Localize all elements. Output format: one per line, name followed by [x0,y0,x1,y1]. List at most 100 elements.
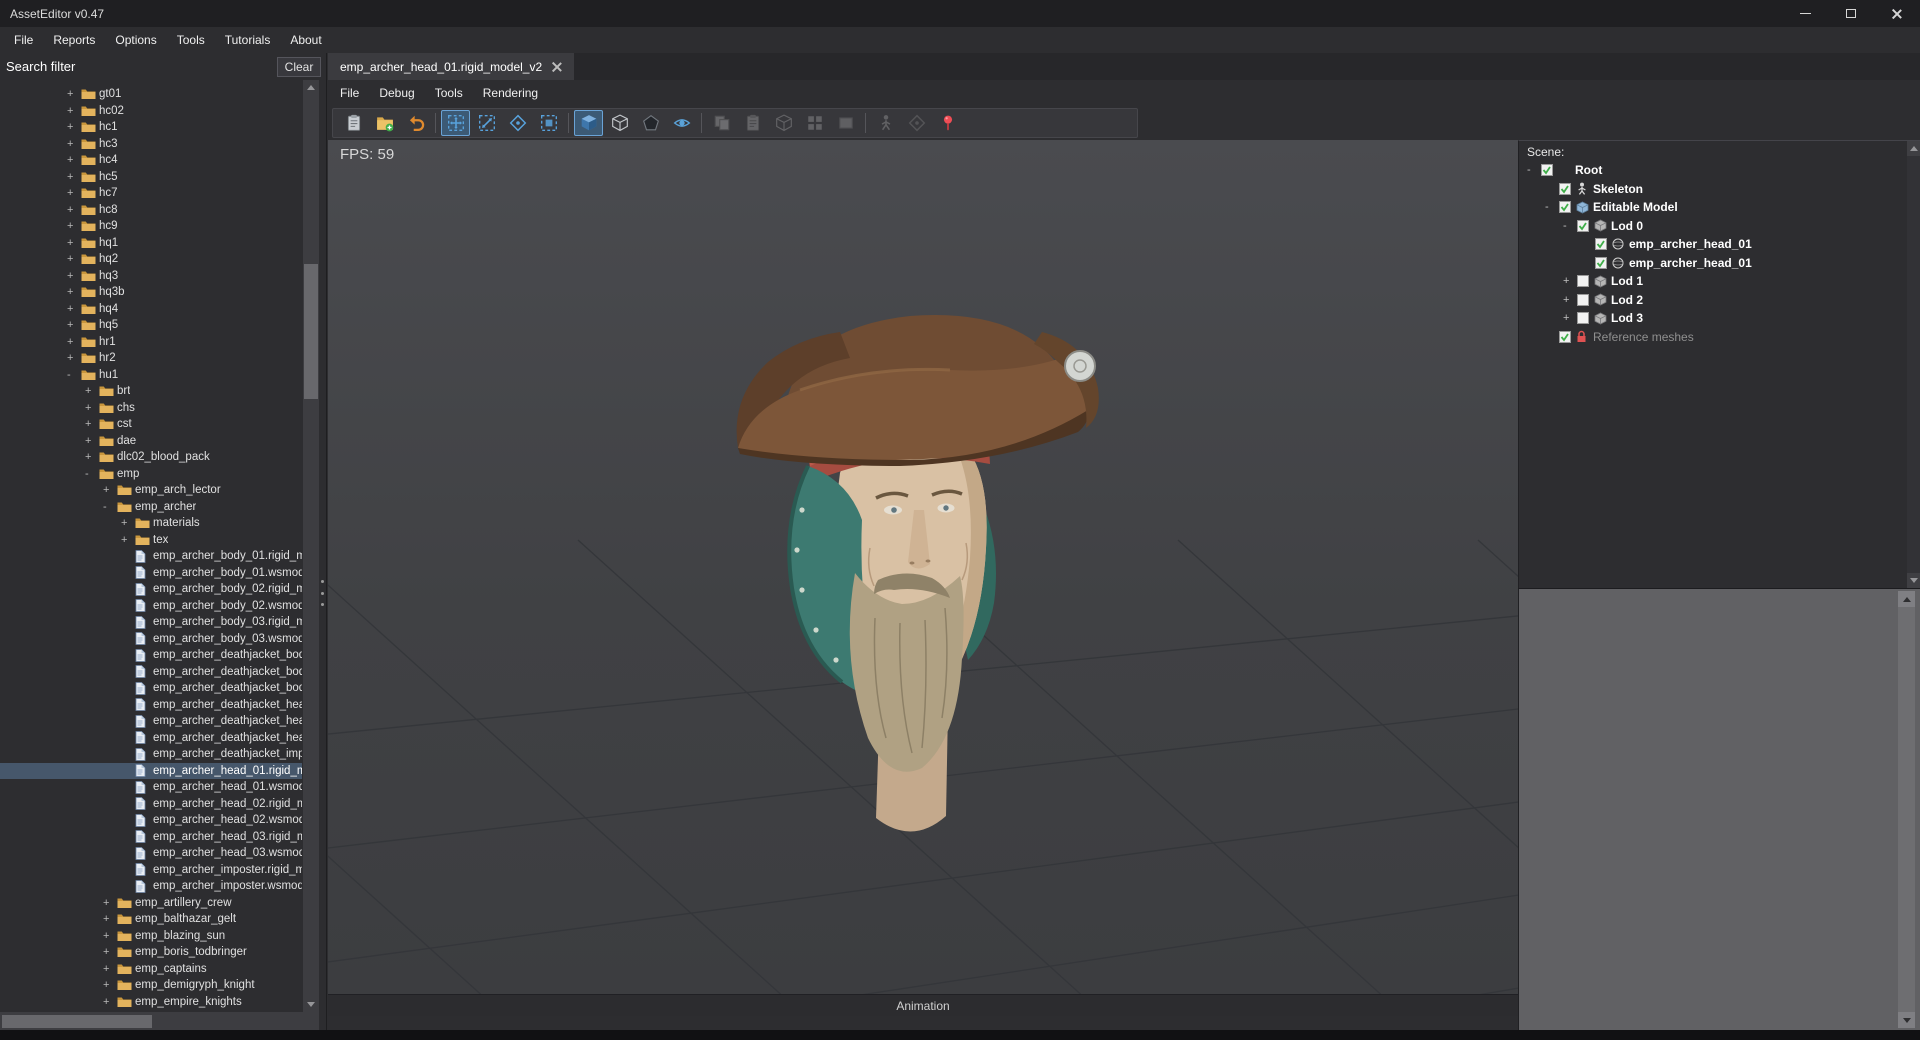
expand-icon[interactable]: + [121,517,135,529]
expand-icon[interactable]: + [103,484,117,496]
tree-item[interactable]: emp_archer_body_01.wsmodel [0,565,302,582]
expand-icon[interactable]: + [103,913,117,925]
tree-item[interactable]: + hr1 [0,334,302,351]
tree-item[interactable]: emp_archer_deathjacket_body_01.rigid_mod… [0,647,302,664]
tree-item[interactable]: - emp [0,466,302,483]
scrollbar-thumb[interactable] [2,1015,152,1028]
expand-icon[interactable]: + [103,930,117,942]
maximize-button[interactable] [1828,0,1874,27]
tree-item[interactable]: + hq3 [0,268,302,285]
tree-item[interactable]: emp_archer_body_03.rigid_model_v2 [0,614,302,631]
clear-search-button[interactable]: Clear [277,56,321,77]
tree-item[interactable]: + hc5 [0,169,302,186]
expand-icon[interactable]: + [67,154,81,166]
tree-item[interactable]: emp_archer_deathjacket_body_01.wsmodel [0,664,302,681]
tree-item[interactable]: + hc9 [0,218,302,235]
tree-item[interactable]: + emp_boris_todbringer [0,944,302,961]
collapse-icon[interactable]: - [1563,220,1577,232]
tree-item[interactable]: + emp_captains [0,961,302,978]
expand-icon[interactable]: + [85,451,99,463]
document-tab[interactable]: emp_archer_head_01.rigid_model_v2 [328,53,575,80]
tree-item[interactable]: + hq1 [0,235,302,252]
tree-item[interactable]: + materials [0,515,302,532]
tree-item[interactable]: emp_archer_head_01.rigid_model_v2 [0,762,302,779]
visibility-checkbox[interactable] [1559,330,1576,343]
expand-icon[interactable]: + [121,534,135,546]
view-visibility-button[interactable] [667,110,696,136]
expand-icon[interactable]: + [67,336,81,348]
expand-icon[interactable]: + [67,253,81,265]
expand-icon[interactable]: + [1563,294,1577,306]
tree-item[interactable]: + hc8 [0,202,302,219]
tree-item[interactable]: emp_archer_deathjacket_body_02.rigid_mod… [0,680,302,697]
doc-menu-debug[interactable]: Debug [369,80,424,106]
expand-icon[interactable]: + [103,979,117,991]
expand-icon[interactable]: + [103,963,117,975]
pin-button[interactable] [933,110,962,136]
tree-item[interactable]: + hr2 [0,350,302,367]
scene-tree-item[interactable]: + Lod 2 [1519,291,1920,310]
expand-icon[interactable]: + [67,352,81,364]
collapse-icon[interactable]: - [85,468,99,480]
tree-item[interactable]: emp_archer_deathjacket_head_01.wsmodel [0,713,302,730]
tree-item[interactable]: - hu1 [0,367,302,384]
tree-item[interactable]: + emp_balthazar_gelt [0,911,302,928]
tree-item[interactable]: + hq5 [0,317,302,334]
tree-item[interactable]: + gt01 [0,86,302,103]
tree-item[interactable]: + brt [0,383,302,400]
tree-item[interactable]: emp_archer_head_02.rigid_model_v2 [0,796,302,813]
expand-icon[interactable]: + [67,270,81,282]
visibility-checkbox[interactable] [1577,219,1594,232]
tree-item[interactable]: emp_archer_head_03.rigid_model_v2 [0,829,302,846]
tree-item[interactable]: + hq2 [0,251,302,268]
expand-icon[interactable]: + [1563,312,1577,324]
scene-tree-item[interactable]: + Lod 3 [1519,309,1920,328]
close-button[interactable] [1874,0,1920,27]
scrollbar-thumb[interactable] [304,264,318,399]
scroll-up-arrow-icon[interactable] [1898,591,1915,607]
visibility-checkbox[interactable] [1541,164,1558,177]
file-tree-vertical-scrollbar[interactable] [303,80,319,1012]
doc-menu-rendering[interactable]: Rendering [473,80,548,106]
tree-item[interactable]: emp_archer_body_01.rigid_model_v2 [0,548,302,565]
visibility-checkbox[interactable] [1559,182,1576,195]
tree-item[interactable]: + emp_demigryph_knight [0,977,302,994]
visibility-checkbox[interactable] [1595,238,1612,251]
gizmo-select-button[interactable] [441,110,470,136]
minimize-button[interactable] [1782,0,1828,27]
expand-icon[interactable]: + [67,105,81,117]
scene-scrollbar[interactable] [1907,141,1920,588]
scroll-down-arrow-icon[interactable] [1898,1012,1915,1028]
tree-item[interactable]: + hc02 [0,103,302,120]
menu-file[interactable]: File [4,27,43,53]
scene-tree-item[interactable]: + Lod 1 [1519,272,1920,291]
tree-item[interactable]: - emp_archer [0,499,302,516]
menu-reports[interactable]: Reports [43,27,105,53]
tree-item[interactable]: emp_archer_body_02.wsmodel [0,598,302,615]
paste-button[interactable] [339,110,368,136]
menu-about[interactable]: About [280,27,331,53]
menu-options[interactable]: Options [105,27,166,53]
visibility-checkbox[interactable] [1577,275,1594,288]
view-solid-button[interactable] [574,110,603,136]
expand-icon[interactable]: + [67,187,81,199]
view-faces-button[interactable] [636,110,665,136]
tree-item[interactable]: + dlc02_blood_pack [0,449,302,466]
tree-item[interactable]: emp_archer_body_02.rigid_model_v2 [0,581,302,598]
gizmo-scale-button[interactable] [534,110,563,136]
tree-item[interactable]: emp_archer_head_02.wsmodel [0,812,302,829]
scene-tree-item[interactable]: - Lod 0 [1519,217,1920,236]
collapse-icon[interactable]: - [67,369,81,381]
scene-tree-item[interactable]: Skeleton [1519,180,1920,199]
tree-item[interactable]: + hc3 [0,136,302,153]
expand-icon[interactable]: + [85,385,99,397]
tree-item[interactable]: emp_archer_imposter.wsmodel [0,878,302,895]
menu-tools[interactable]: Tools [167,27,215,53]
tree-item[interactable]: emp_archer_head_03.wsmodel [0,845,302,862]
tree-item[interactable]: emp_archer_head_01.wsmodel [0,779,302,796]
doc-menu-file[interactable]: File [330,80,369,106]
expand-icon[interactable]: + [67,286,81,298]
tree-item[interactable]: + emp_blazing_sun [0,928,302,945]
animation-bar[interactable]: Animation [328,994,1518,1016]
expand-icon[interactable]: + [1563,275,1577,287]
